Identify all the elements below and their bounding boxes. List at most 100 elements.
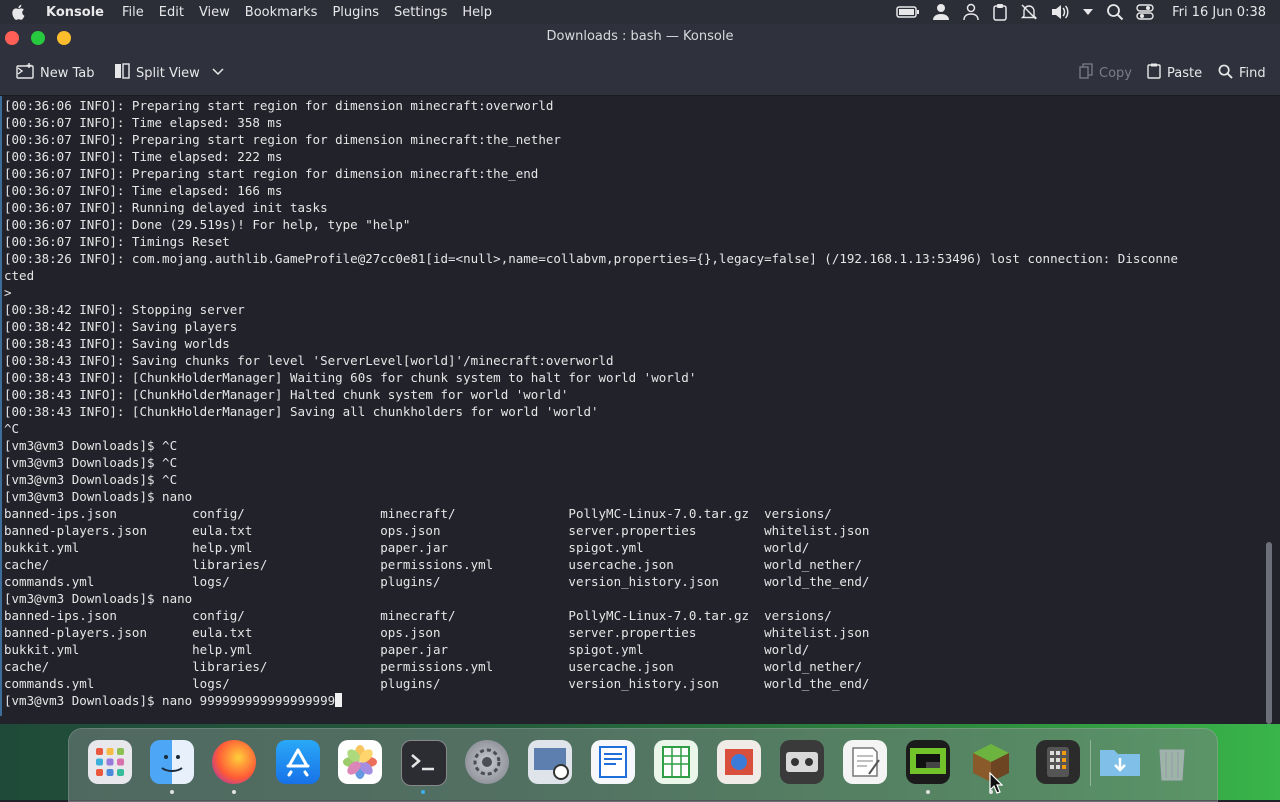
paste-label: Paste	[1167, 65, 1203, 81]
terminal-line: [00:38:26 INFO]: com.mojang.authlib.Game…	[4, 251, 1178, 266]
find-button[interactable]: Find	[1218, 64, 1266, 82]
menu-help[interactable]: Help	[462, 5, 492, 20]
terminal-line: [vm3@vm3 Downloads]$ nano	[4, 591, 193, 606]
numbers-icon[interactable]	[654, 740, 698, 784]
terminal-line: [vm3@vm3 Downloads]$ ^C	[4, 472, 178, 487]
search-icon	[1218, 64, 1233, 83]
paste-icon	[1147, 63, 1161, 83]
apple-icon[interactable]	[10, 3, 32, 21]
copy-label: Copy	[1099, 65, 1132, 81]
menu-file[interactable]: File	[122, 5, 144, 20]
mouse-pointer-icon	[989, 771, 1004, 798]
running-indicator-terminal	[421, 790, 425, 794]
terminal-line: [00:38:43 INFO]: [ChunkHolderManager] Wa…	[4, 370, 697, 385]
terminal-line: [vm3@vm3 Downloads]$ ^C	[4, 455, 178, 470]
running-indicator-finder	[170, 790, 174, 794]
chevron-down-icon[interactable]	[1082, 7, 1094, 17]
app-store-icon[interactable]	[276, 740, 320, 784]
terminal-line: [00:38:43 INFO]: [ChunkHolderManager] Ha…	[4, 387, 569, 402]
scrollbar-thumb[interactable]	[1266, 542, 1272, 724]
chevron-down-icon[interactable]	[212, 66, 224, 81]
clipboard-icon[interactable]	[992, 3, 1008, 21]
terminal-line: [00:36:07 INFO]: Time elapsed: 358 ms	[4, 115, 283, 130]
split-view-label: Split View	[136, 65, 200, 81]
photos-icon[interactable]	[338, 740, 382, 784]
terminal-lines: [00:36:06 INFO]: Preparing start region …	[4, 98, 1178, 691]
terminal-line: banned-players.json eula.txt ops.json se…	[4, 523, 870, 538]
new-tab-label: New Tab	[40, 65, 95, 81]
notifications-muted-icon[interactable]	[1020, 3, 1038, 21]
monitor-icon[interactable]	[906, 740, 950, 784]
running-indicator-monitor	[926, 790, 930, 794]
terminal-line: [00:36:07 INFO]: Time elapsed: 166 ms	[4, 183, 283, 198]
account-icon[interactable]	[962, 3, 980, 21]
terminal-focus-indicator	[0, 96, 2, 716]
find-label: Find	[1239, 65, 1266, 81]
paste-button[interactable]: Paste	[1147, 63, 1203, 83]
tape-deck-icon[interactable]	[780, 740, 824, 784]
terminal-line: [00:36:07 INFO]: Preparing start region …	[4, 132, 561, 147]
app-name[interactable]: Konsole	[46, 5, 104, 20]
terminal-line: [00:36:07 INFO]: Running delayed init ta…	[4, 200, 328, 215]
new-tab-icon	[16, 63, 34, 83]
menu-plugins[interactable]: Plugins	[332, 5, 379, 20]
user-icon[interactable]	[932, 3, 950, 21]
preview-icon[interactable]	[528, 740, 572, 784]
menu-bookmarks[interactable]: Bookmarks	[245, 5, 318, 20]
menu-edit[interactable]: Edit	[159, 5, 184, 20]
menu-bar: Konsole File Edit View Bookmarks Plugins…	[0, 0, 1280, 24]
volume-icon[interactable]	[1050, 3, 1070, 21]
terminal-line: [vm3@vm3 Downloads]$ nano	[4, 489, 193, 504]
control-center-icon[interactable]	[1136, 3, 1154, 21]
terminal-line: cache/ libraries/ permissions.yml userca…	[4, 659, 862, 674]
menu-settings[interactable]: Settings	[394, 5, 447, 20]
terminal-line: [00:38:43 INFO]: Saving worlds	[4, 336, 230, 351]
pages-icon[interactable]	[591, 740, 635, 784]
split-view-icon	[114, 63, 130, 83]
terminal-line: cache/ libraries/ permissions.yml userca…	[4, 557, 862, 572]
battery-icon[interactable]	[896, 5, 920, 19]
system-settings-icon[interactable]	[465, 740, 509, 784]
konsole-toolbar: New Tab Split View Copy Paste Find	[0, 52, 1280, 96]
terminal-line: cted	[4, 268, 35, 283]
launchpad-icon[interactable]	[88, 740, 132, 784]
new-tab-button[interactable]: New Tab	[16, 63, 95, 83]
finder-icon[interactable]	[150, 740, 194, 784]
terminal-output[interactable]: [00:36:06 INFO]: Preparing start region …	[4, 97, 1256, 709]
terminal-line: commands.yml logs/ plugins/ version_hist…	[4, 676, 870, 691]
terminal-line: [vm3@vm3 Downloads]$ ^C	[4, 438, 178, 453]
firefox-icon[interactable]	[212, 740, 256, 784]
prompt-line[interactable]: [vm3@vm3 Downloads]$ nano 99999999999999…	[4, 693, 335, 708]
terminal-line: bukkit.yml help.yml paper.jar spigot.yml…	[4, 540, 810, 555]
window-titlebar[interactable]: Downloads : bash — Konsole	[0, 24, 1280, 52]
terminal-line: banned-ips.json config/ minecraft/ Polly…	[4, 506, 832, 521]
terminal-line: ^C	[4, 421, 20, 436]
dock-separator	[1090, 740, 1091, 786]
terminal-line: [00:38:43 INFO]: Saving chunks for level…	[4, 353, 614, 368]
terminal-scrollbar[interactable]	[1266, 102, 1272, 724]
calculator-icon[interactable]	[1036, 740, 1080, 784]
menu-view[interactable]: View	[199, 5, 230, 20]
search-icon[interactable]	[1106, 3, 1124, 21]
terminal-icon[interactable]	[401, 740, 447, 786]
image-viewer-icon[interactable]	[717, 740, 761, 784]
window-title: Downloads : bash — Konsole	[546, 29, 734, 44]
downloads-folder-icon[interactable]	[1098, 740, 1142, 784]
copy-button[interactable]: Copy	[1079, 63, 1132, 83]
terminal-view[interactable]: [00:36:06 INFO]: Preparing start region …	[0, 96, 1280, 724]
trash-icon[interactable]	[1150, 740, 1194, 784]
split-view-button[interactable]: Split View	[114, 63, 224, 83]
terminal-line: [00:38:42 INFO]: Stopping server	[4, 302, 245, 317]
terminal-line: [00:36:07 INFO]: Time elapsed: 222 ms	[4, 149, 283, 164]
copy-icon	[1079, 63, 1093, 83]
running-indicator-firefox	[232, 790, 236, 794]
text-editor-icon[interactable]	[843, 740, 887, 784]
terminal-line: [00:38:43 INFO]: [ChunkHolderManager] Sa…	[4, 404, 599, 419]
terminal-line: banned-ips.json config/ minecraft/ Polly…	[4, 608, 832, 623]
terminal-line: [00:36:06 INFO]: Preparing start region …	[4, 98, 554, 113]
menu-clock[interactable]: Fri 16 Jun 0:38	[1172, 5, 1266, 20]
terminal-line: banned-players.json eula.txt ops.json se…	[4, 625, 870, 640]
terminal-line: [00:36:07 INFO]: Timings Reset	[4, 234, 230, 249]
terminal-line: [00:38:42 INFO]: Saving players	[4, 319, 238, 334]
terminal-line: [00:36:07 INFO]: Done (29.519s)! For hel…	[4, 217, 411, 232]
